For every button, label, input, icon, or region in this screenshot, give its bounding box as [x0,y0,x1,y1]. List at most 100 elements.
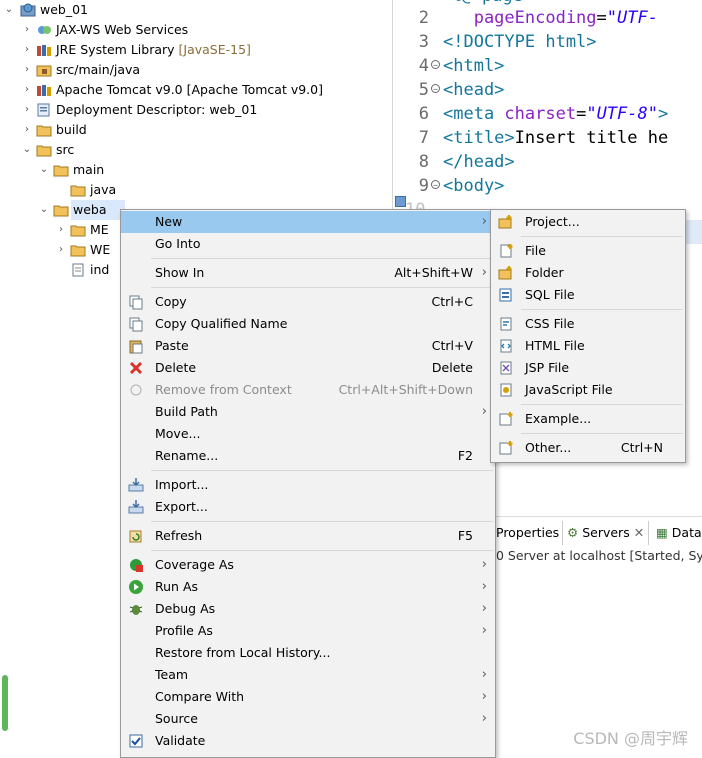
current-line-highlight [686,220,702,244]
tab-properties[interactable]: Properties [496,521,559,545]
tree-item[interactable]: › src/main/java [0,60,390,80]
tree-item[interactable]: ⌄ main [0,160,390,180]
tree-item-text: Apache Tomcat v9.0 [Apache Tomcat v9.0] [56,80,323,100]
menu-item-html-file[interactable]: HTML File [491,335,685,357]
menu-item-export[interactable]: Export... [121,496,495,518]
menu-item-run-as[interactable]: Run As › [121,576,495,598]
fold-toggle-icon[interactable]: − [431,180,440,190]
chevron-down-icon[interactable]: ⌄ [22,145,32,155]
code-token: "UTF- [606,8,658,28]
menu-item-javascript-file[interactable]: JavaScript File [491,379,685,401]
menu-item-other[interactable]: Other... Ctrl+N [491,437,685,459]
chevron-right-icon[interactable]: › [22,125,32,135]
tree-item[interactable]: › Apache Tomcat v9.0 [Apache Tomcat v9.0] [0,80,390,100]
menu-item-copy-qualified-name[interactable]: Copy Qualified Name [121,313,495,335]
tree-item-text: src [56,140,74,160]
menu-item-restore-from-local-history[interactable]: Restore from Local History... [121,642,495,664]
chevron-right-icon[interactable]: › [56,225,66,235]
chevron-right-icon[interactable]: › [22,105,32,115]
menu-item-rename[interactable]: Rename... F2 [121,445,495,467]
chevron-down-icon[interactable]: ⌄ [39,165,49,175]
views-tab-bar: Properties ⚙ Servers ✕ ▦ Data [492,521,702,545]
file-icon [70,262,86,277]
tree-item[interactable]: java [0,180,390,200]
tree-item-text: main [73,160,104,180]
code-token: <html> [443,56,505,76]
fold-toggle-icon[interactable]: − [431,60,440,70]
checkbox-checked-icon [128,733,144,749]
chevron-right-icon: › [481,601,487,616]
menu-item-debug-as[interactable]: Debug As › [121,598,495,620]
chevron-right-icon: › [481,557,487,572]
tree-item[interactable]: ⌄ src [0,140,390,160]
menu-item-label: Validate [155,733,206,748]
tree-item[interactable]: › JRE System Library [JavaSE-15] [0,40,390,60]
tree-item[interactable]: › Deployment Descriptor: web_01 [0,100,390,120]
menu-item-move[interactable]: Move... [121,423,495,445]
menu-item-copy[interactable]: Copy Ctrl+C [121,291,495,313]
chevron-right-icon[interactable]: › [22,25,32,35]
code-line[interactable]: 2 pageEncoding="UTF- [393,6,702,30]
menu-item-validate[interactable]: Validate [121,730,495,752]
menu-item-new[interactable]: New › [121,211,495,233]
chevron-right-icon[interactable]: › [22,45,32,55]
code-line[interactable]: 6 <meta charset="UTF-8"> [393,102,702,126]
chevron-down-icon[interactable]: ⌄ [4,5,14,15]
chevron-right-icon[interactable]: › [56,245,66,255]
menu-item-jsp-file[interactable]: JSP File [491,357,685,379]
chevron-down-icon[interactable]: ⌄ [39,205,49,215]
menu-item-refresh[interactable]: Refresh F5 [121,525,495,547]
code-token: <!DOCTYPE html> [443,32,597,52]
fold-toggle-icon[interactable]: − [431,84,440,94]
menu-item-label: Coverage As [155,557,234,572]
menu-item-sql-file[interactable]: SQL File [491,284,685,306]
menu-item-folder[interactable]: Folder [491,262,685,284]
menu-item-build-path[interactable]: Build Path › [121,401,495,423]
menu-item-file[interactable]: File [491,240,685,262]
menu-item-label: Go Into [155,236,201,251]
menu-item-import[interactable]: Import... [121,474,495,496]
menu-item-show-in[interactable]: Show In Alt+Shift+W › [121,262,495,284]
line-number: 7 [418,128,429,148]
menu-item-go-into[interactable]: Go Into [121,233,495,255]
chevron-right-icon[interactable]: › [22,85,32,95]
menu-item-label: Debug As [155,601,216,616]
code-line[interactable]: 9− <body> [393,174,702,198]
chevron-right-icon[interactable]: › [22,65,32,75]
menu-item-coverage-as[interactable]: Coverage As › [121,554,495,576]
web-services-icon [36,22,52,36]
server-status-line[interactable]: .0 Server at localhost [Started, Sync [492,545,702,567]
menu-item-team[interactable]: Team › [121,664,495,686]
menu-item-label: SQL File [525,287,575,302]
javascript-file-icon [498,382,514,398]
code-line[interactable]: 7 <title>Insert title he [393,126,702,150]
menu-item-css-file[interactable]: CSS File [491,313,685,335]
folder-icon [70,242,86,257]
close-icon[interactable]: ✕ [634,525,644,540]
new-file-icon [498,243,514,259]
menu-item-label: Example... [525,411,592,426]
tree-item-text: Deployment Descriptor: web_01 [56,100,257,120]
tab-data[interactable]: ▦ Data [656,521,702,545]
menu-item-project[interactable]: Project... [491,211,685,233]
menu-item-shortcut: F5 [457,528,473,543]
context-menu: New › Go Into Show In Alt+Shift+W › Copy Ctrl+C… [120,209,496,758]
menu-item-remove-from-context: Remove from Context Ctrl+Alt+Shift+Down [121,379,495,401]
tree-item[interactable]: › build [0,120,390,140]
menu-item-example[interactable]: Example... [491,408,685,430]
code-line[interactable]: 8 </head> [393,150,702,174]
code-token: = [596,8,607,28]
menu-item-profile-as[interactable]: Profile As › [121,620,495,642]
line-number: 3 [418,32,429,52]
menu-item-source[interactable]: Source › [121,708,495,730]
code-text: <html> [443,54,504,78]
menu-item-paste[interactable]: Paste Ctrl+V [121,335,495,357]
code-line[interactable]: 3 <!DOCTYPE html> [393,30,702,54]
tab-servers[interactable]: ⚙ Servers ✕ [562,521,650,545]
menu-item-compare-with[interactable]: Compare With › [121,686,495,708]
code-line[interactable]: 5− <head> [393,78,702,102]
menu-item-delete[interactable]: Delete Delete [121,357,495,379]
code-line[interactable]: 4− <html> [393,54,702,78]
tree-item[interactable]: › JAX-WS Web Services [0,20,390,40]
menu-item-label: HTML File [525,338,585,353]
